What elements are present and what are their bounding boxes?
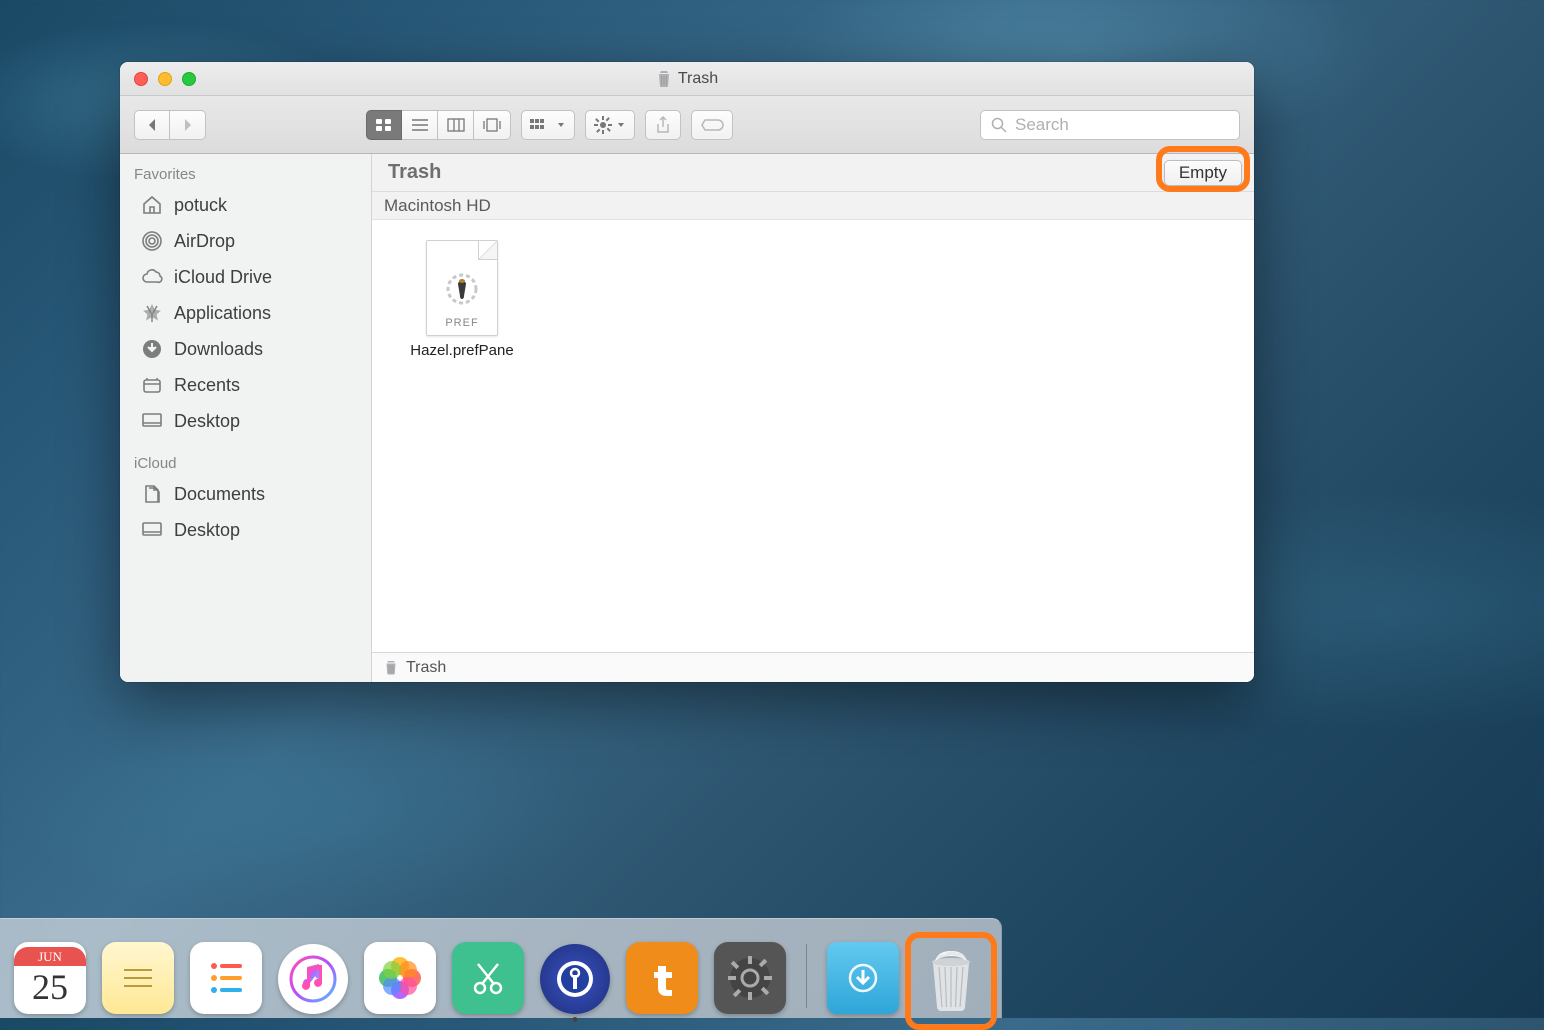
tags-button[interactable] [691, 110, 733, 140]
view-switcher [366, 110, 511, 140]
trash-icon [656, 70, 672, 88]
sidebar-label: Applications [174, 303, 271, 324]
dock: JUN 25 [0, 918, 1002, 1018]
desktop-icon [140, 518, 164, 542]
sidebar-label: Desktop [174, 411, 240, 432]
items-area[interactable]: PREF Hazel.prefPane [372, 220, 1254, 652]
sidebar-label: Desktop [174, 520, 240, 541]
sidebar-label: iCloud Drive [174, 267, 272, 288]
dock-notes[interactable] [102, 942, 174, 1014]
documents-icon [140, 482, 164, 506]
column-view-button[interactable] [438, 110, 474, 140]
icon-view-button[interactable] [366, 110, 402, 140]
file-badge: PREF [445, 317, 478, 329]
dock-1password[interactable] [540, 944, 610, 1014]
cloud-icon [140, 265, 164, 289]
dock-divider [806, 944, 807, 1008]
dock-downloads-stack[interactable] [827, 942, 899, 1014]
share-button[interactable] [645, 110, 681, 140]
sidebar-section-icloud: iCloud [120, 449, 371, 476]
minimize-button[interactable] [158, 72, 172, 86]
dock-app-green[interactable] [452, 942, 524, 1014]
location-header: Trash Empty [372, 154, 1254, 192]
airdrop-icon [140, 229, 164, 253]
trash-icon [384, 660, 398, 676]
sidebar-label: AirDrop [174, 231, 235, 252]
sidebar-label: Recents [174, 375, 240, 396]
list-view-button[interactable] [402, 110, 438, 140]
sidebar-section-favorites: Favorites [120, 160, 371, 187]
gallery-view-button[interactable] [474, 110, 511, 140]
dock-itunes[interactable] [278, 944, 348, 1014]
location-title: Trash [388, 161, 441, 184]
sidebar-item-downloads[interactable]: Downloads [120, 331, 371, 367]
forward-button[interactable] [170, 110, 206, 140]
dock-region: JUN 25 [0, 908, 1360, 1018]
finder-window: Trash [120, 62, 1254, 682]
toolbar [120, 96, 1254, 154]
search-icon [991, 117, 1007, 133]
sidebar-label: Documents [174, 484, 265, 505]
calendar-month: JUN [14, 947, 86, 967]
sidebar: Favorites potuck AirDrop iCloud Drive Ap… [120, 154, 372, 682]
back-button[interactable] [134, 110, 170, 140]
file-item[interactable]: PREF Hazel.prefPane [392, 240, 532, 359]
empty-trash-button[interactable]: Empty [1164, 160, 1242, 186]
desktop-icon [140, 409, 164, 433]
window-title-text: Trash [678, 70, 718, 88]
titlebar[interactable]: Trash [120, 62, 1254, 96]
search-field[interactable] [980, 110, 1240, 140]
sidebar-item-home[interactable]: potuck [120, 187, 371, 223]
path-bar[interactable]: Trash [372, 652, 1254, 682]
arrange-button[interactable] [521, 110, 575, 140]
sidebar-item-recents[interactable]: Recents [120, 367, 371, 403]
sidebar-item-airdrop[interactable]: AirDrop [120, 223, 371, 259]
sidebar-item-applications[interactable]: Applications [120, 295, 371, 331]
action-button[interactable] [585, 110, 635, 140]
sidebar-label: Downloads [174, 339, 263, 360]
sidebar-label: potuck [174, 195, 227, 216]
window-controls [120, 72, 196, 86]
sidebar-item-documents[interactable]: Documents [120, 476, 371, 512]
dock-trash-wrap [915, 942, 987, 1014]
dock-calendar[interactable]: JUN 25 [14, 942, 86, 1014]
path-item[interactable]: Trash [406, 659, 446, 677]
dock-system-preferences[interactable] [714, 942, 786, 1014]
home-icon [140, 193, 164, 217]
volume-header: Macintosh HD [372, 192, 1254, 220]
volume-name: Macintosh HD [384, 196, 491, 216]
sidebar-item-icloud-drive[interactable]: iCloud Drive [120, 259, 371, 295]
prefpane-icon: PREF [426, 240, 498, 336]
dock-reminders[interactable] [190, 942, 262, 1014]
maximize-button[interactable] [182, 72, 196, 86]
sidebar-item-desktop[interactable]: Desktop [120, 403, 371, 439]
close-button[interactable] [134, 72, 148, 86]
recents-icon [140, 373, 164, 397]
main-content: Trash Empty Macintosh HD [372, 154, 1254, 682]
window-title: Trash [120, 70, 1254, 88]
search-input[interactable] [1015, 115, 1236, 135]
applications-icon [140, 301, 164, 325]
dock-photos[interactable] [364, 942, 436, 1014]
annotation-highlight [905, 932, 997, 1030]
download-icon [140, 337, 164, 361]
dock-app-orange[interactable] [626, 942, 698, 1014]
nav-buttons [134, 110, 206, 140]
file-name: Hazel.prefPane [410, 342, 513, 359]
calendar-day: 25 [32, 966, 68, 1009]
sidebar-item-desktop-icloud[interactable]: Desktop [120, 512, 371, 548]
